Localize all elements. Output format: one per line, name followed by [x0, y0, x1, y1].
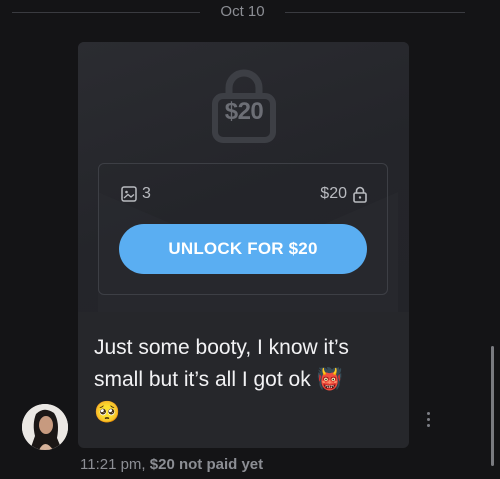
media-count-value: 3 — [142, 185, 151, 202]
message-time: 11:21 pm, — [80, 456, 146, 473]
message-text: Just some booty, I know it’s small but i… — [94, 332, 394, 429]
message-text-line-1: Just some booty, I know it’s — [94, 336, 349, 359]
message-text-line-2-text: small but it’s all I got ok — [94, 368, 311, 391]
image-icon — [121, 186, 137, 202]
paid-message-card: $20 3 $20 UNLOCK FOR $20 Just some booty… — [78, 42, 409, 448]
divider-line-left — [12, 12, 200, 13]
lock-price-label: $20 — [224, 98, 264, 125]
scrollbar[interactable] — [491, 346, 494, 466]
media-price-value: $20 — [320, 185, 347, 202]
pleading-face-emoji: 🥺 — [94, 400, 121, 424]
message-text-line-2: small but it’s all I got ok 👹 — [94, 364, 394, 396]
divider-line-right — [285, 12, 465, 13]
avatar[interactable] — [22, 404, 68, 450]
media-price: $20 — [320, 185, 367, 203]
media-count: 3 — [121, 185, 151, 203]
lock-icon — [353, 186, 367, 203]
message-meta: 11:21 pm, $20 not paid yet — [80, 456, 263, 473]
chat-screen: Oct 10 $20 3 $20 UNLOCK FOR $20 Just som… — [0, 0, 500, 479]
unlock-button[interactable]: UNLOCK FOR $20 — [119, 224, 367, 274]
more-vertical-icon[interactable] — [418, 404, 438, 434]
date-divider: Oct 10 — [0, 0, 500, 26]
media-info-box: 3 $20 UNLOCK FOR $20 — [98, 163, 388, 295]
ogre-emoji: 👹 — [316, 368, 343, 392]
payment-status: $20 not paid yet — [149, 456, 264, 473]
avatar-image — [22, 404, 68, 450]
date-label: Oct 10 — [220, 3, 265, 20]
locked-media-preview[interactable]: $20 3 $20 UNLOCK FOR $20 — [78, 42, 409, 312]
message-text-line-3: 🥺 — [94, 396, 394, 428]
